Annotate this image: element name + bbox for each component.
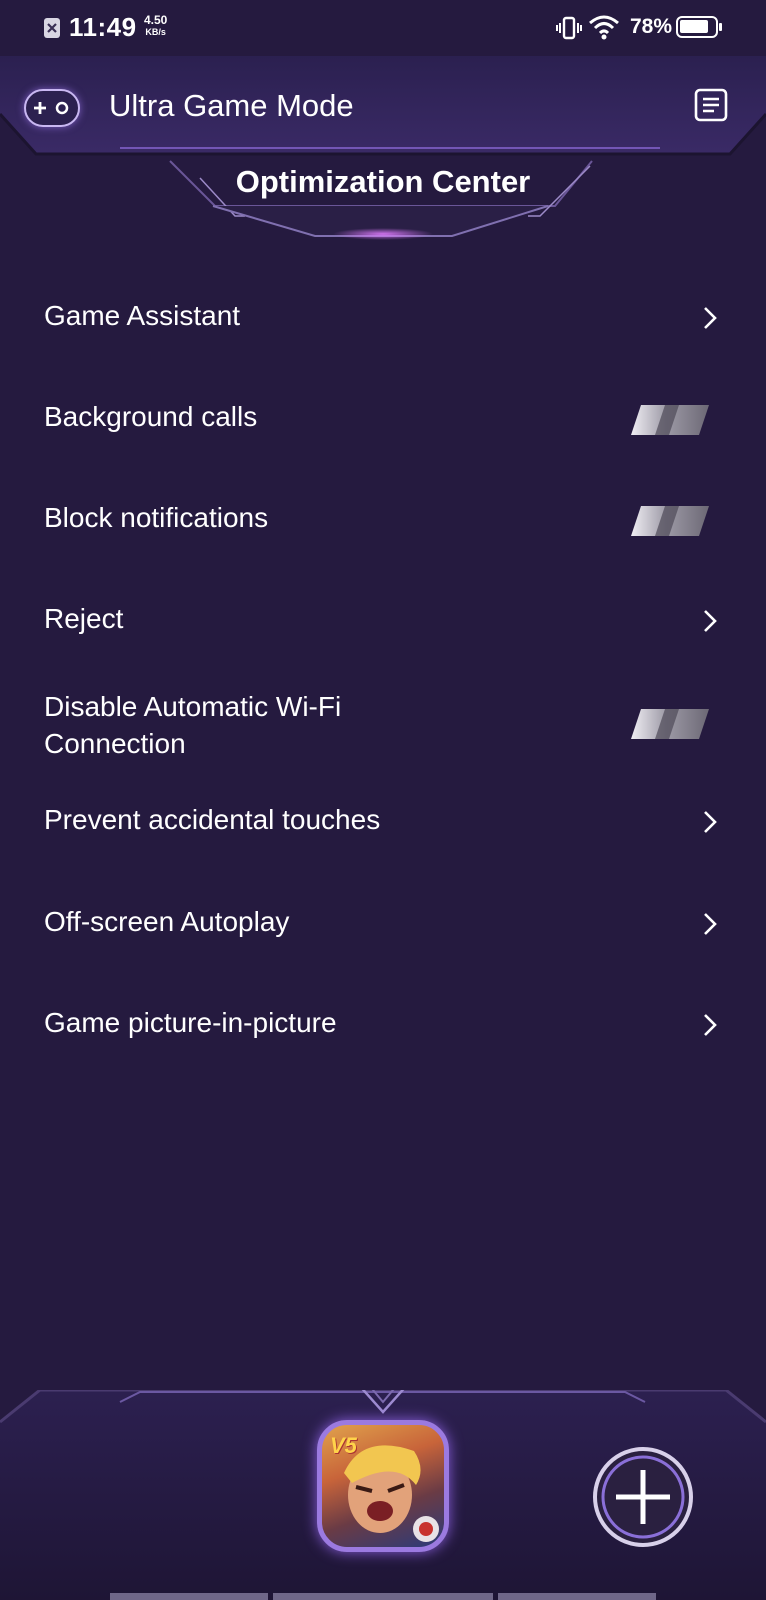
network-speed-unit: KB/s (145, 27, 166, 37)
chevron-right-icon (704, 307, 717, 329)
row-off-screen-autoplay[interactable]: Off-screen Autoplay (0, 877, 766, 957)
row-label: Background calls (44, 401, 258, 432)
row-label: Prevent accidental touches (44, 804, 381, 835)
section-title: Optimization Center (235, 164, 531, 199)
vibrate-icon (556, 16, 582, 45)
row-background-calls: Background calls (0, 371, 766, 451)
network-speed-value: 4.50 (144, 13, 168, 27)
row-reject[interactable]: Reject (0, 573, 766, 653)
battery-icon (676, 16, 722, 38)
game-dock: V5 (0, 1390, 766, 1600)
disable-auto-wifi-toggle[interactable] (631, 708, 711, 740)
block-notifications-toggle[interactable] (631, 505, 711, 537)
battery-percent: 78% (630, 15, 673, 38)
status-bar: 11:49 4.50 KB/s 78% (0, 0, 766, 56)
wifi-icon (588, 14, 620, 45)
notification-icon (44, 18, 60, 38)
row-prevent-accidental-touches[interactable]: Prevent accidental touches (0, 776, 766, 856)
app-title: Ultra Game Mode (109, 88, 354, 123)
row-label: Game Assistant (44, 300, 241, 331)
game-app-icon[interactable]: V5 (317, 1420, 449, 1552)
status-time: 11:49 (69, 12, 137, 42)
nav-bar-left[interactable] (110, 1593, 268, 1600)
row-game-picture-in-picture[interactable]: Game picture-in-picture (0, 978, 766, 1058)
chevron-right-icon (704, 610, 717, 632)
header: Ultra Game Mode Optimization Center (0, 56, 766, 256)
chevron-right-icon (704, 913, 717, 935)
row-label: Disable Automatic Wi-Fi Connection (44, 691, 342, 759)
list-icon[interactable] (694, 88, 728, 127)
background-calls-toggle[interactable] (631, 404, 711, 436)
row-game-assistant[interactable]: Game Assistant (0, 270, 766, 350)
row-label: Block notifications (44, 502, 269, 533)
row-label: Reject (44, 603, 124, 634)
chevron-right-icon (704, 1014, 717, 1036)
game-controller-button[interactable] (24, 89, 80, 127)
row-block-notifications: Block notifications (0, 472, 766, 552)
nav-bar-right[interactable] (498, 1593, 656, 1600)
chevron-right-icon (704, 811, 717, 833)
row-label: Off-screen Autoplay (44, 906, 290, 937)
header-frame (0, 56, 766, 240)
network-speed: 4.50 KB/s (144, 14, 167, 38)
row-disable-auto-wifi: Disable Automatic Wi-Fi Connection (0, 674, 766, 774)
row-label: Game picture-in-picture (44, 1007, 337, 1038)
nav-bar-home[interactable] (273, 1593, 493, 1600)
add-game-button[interactable] (592, 1446, 694, 1548)
